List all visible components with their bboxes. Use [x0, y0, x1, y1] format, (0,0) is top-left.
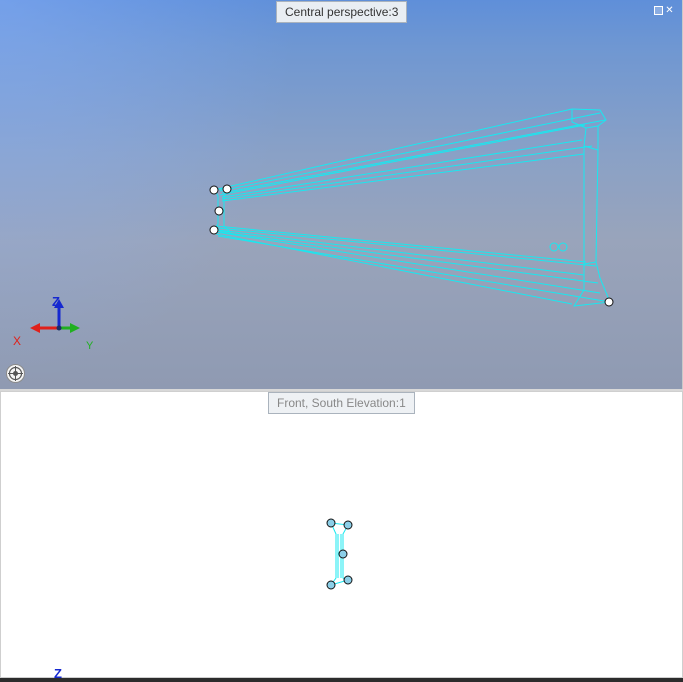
perspective-canvas[interactable]: Z X Y	[0, 0, 683, 389]
z-axis-label: Z	[52, 294, 60, 309]
bottom-border	[0, 678, 683, 682]
section-grip-points[interactable]	[326, 518, 353, 590]
beam-wireframe[interactable]	[213, 108, 611, 307]
elevation-canvas[interactable]: Z	[1, 392, 683, 679]
elevation-viewport[interactable]: Z Front, South Elevation:1	[0, 391, 683, 679]
y-axis-label: Y	[86, 340, 94, 352]
perspective-view-title[interactable]: Central perspective:3	[276, 1, 408, 23]
elevation-view-title[interactable]: Front, South Elevation:1	[268, 392, 415, 414]
perspective-view-title-text: Central perspective:3	[285, 5, 399, 19]
window-controls: ✕	[654, 6, 674, 16]
x-axis-label: X	[13, 334, 21, 348]
maximize-icon[interactable]	[654, 6, 663, 15]
navigation-wheel-icon[interactable]	[6, 364, 25, 383]
close-icon[interactable]: ✕	[665, 6, 674, 16]
perspective-viewport[interactable]: Z X Y Central perspective:3 ✕	[0, 0, 683, 389]
elevation-view-title-text: Front, South Elevation:1	[277, 396, 406, 410]
